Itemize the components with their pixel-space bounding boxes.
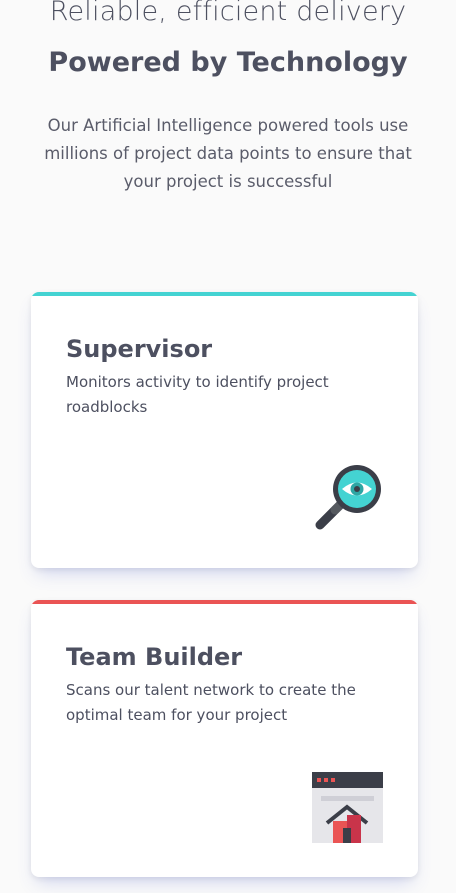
team-builder-card: Team Builder Scans our talent network to… [31,600,418,877]
magnifier-eye-icon [315,465,381,530]
card-text: Scans our talent network to create the o… [66,681,356,724]
card-accent-border [31,600,418,604]
hero-description: Our Artificial Intelligence powered tool… [44,116,412,191]
card-title: Supervisor [66,335,213,363]
card-text: Monitors activity to identify project ro… [66,373,329,416]
supervisor-card: Supervisor Monitors activity to identify… [31,292,418,568]
page: Reliable, efficient delivery Powered by … [0,0,456,893]
team-builder-icon [312,772,383,843]
card-title: Team Builder [66,643,243,671]
hero-title: Powered by Technology [48,47,408,78]
hero-subtitle: Reliable, efficient delivery [49,0,407,27]
card-accent-border [31,292,418,296]
